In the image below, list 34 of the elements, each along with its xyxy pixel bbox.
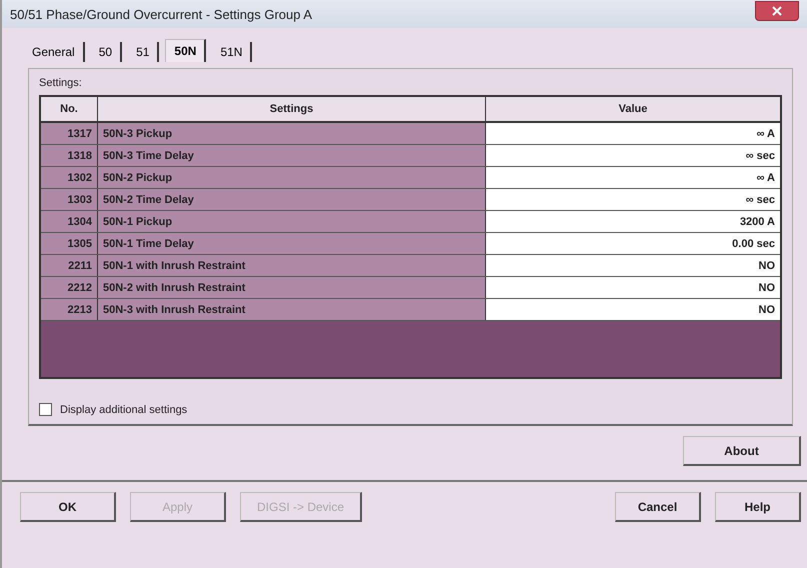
value-field[interactable]: NO <box>486 255 780 276</box>
value-field[interactable]: 0.00 sec <box>486 233 780 254</box>
table-cell: 1302 <box>41 167 98 188</box>
value-field[interactable]: ∞ A <box>486 123 780 144</box>
value-field[interactable]: ∞ sec <box>486 145 780 166</box>
column-header: No. <box>41 97 98 121</box>
checkbox[interactable] <box>39 403 52 416</box>
settings-label: Settings: <box>39 77 83 89</box>
table-cell: 1303 <box>41 189 98 210</box>
checkbox-label[interactable]: Display additional settings <box>60 404 188 416</box>
value-field[interactable]: ∞ sec <box>486 189 780 210</box>
close-icon <box>771 6 783 16</box>
tab[interactable]: 51N <box>212 42 252 62</box>
table-cell: 2211 <box>41 255 98 276</box>
dialog-button[interactable]: OK <box>20 492 116 522</box>
table-cell: 1318 <box>41 145 98 166</box>
dialog-button[interactable]: Help <box>715 492 801 522</box>
dialog-button[interactable]: Cancel <box>615 492 701 522</box>
tab[interactable]: General <box>24 42 85 62</box>
table-cell: 1317 <box>41 123 98 144</box>
tab[interactable]: 51 <box>128 42 160 62</box>
table-cell: 2213 <box>41 299 98 320</box>
close-button[interactable] <box>755 1 799 21</box>
table-cell: 1305 <box>41 233 98 254</box>
value-field[interactable]: NO <box>486 299 780 320</box>
value-field[interactable]: ∞ A <box>486 167 780 188</box>
table-cell: 2212 <box>41 277 98 298</box>
value-field[interactable]: 3200 A <box>486 211 780 232</box>
tab[interactable]: 50N <box>165 39 206 62</box>
table-cell: 1304 <box>41 211 98 232</box>
value-field[interactable]: NO <box>486 277 780 298</box>
window-title: 50/51 Phase/Ground Overcurrent - Settings Group A <box>10 6 314 22</box>
tab[interactable]: 50 <box>90 42 122 62</box>
about-button[interactable]: About <box>683 436 801 466</box>
